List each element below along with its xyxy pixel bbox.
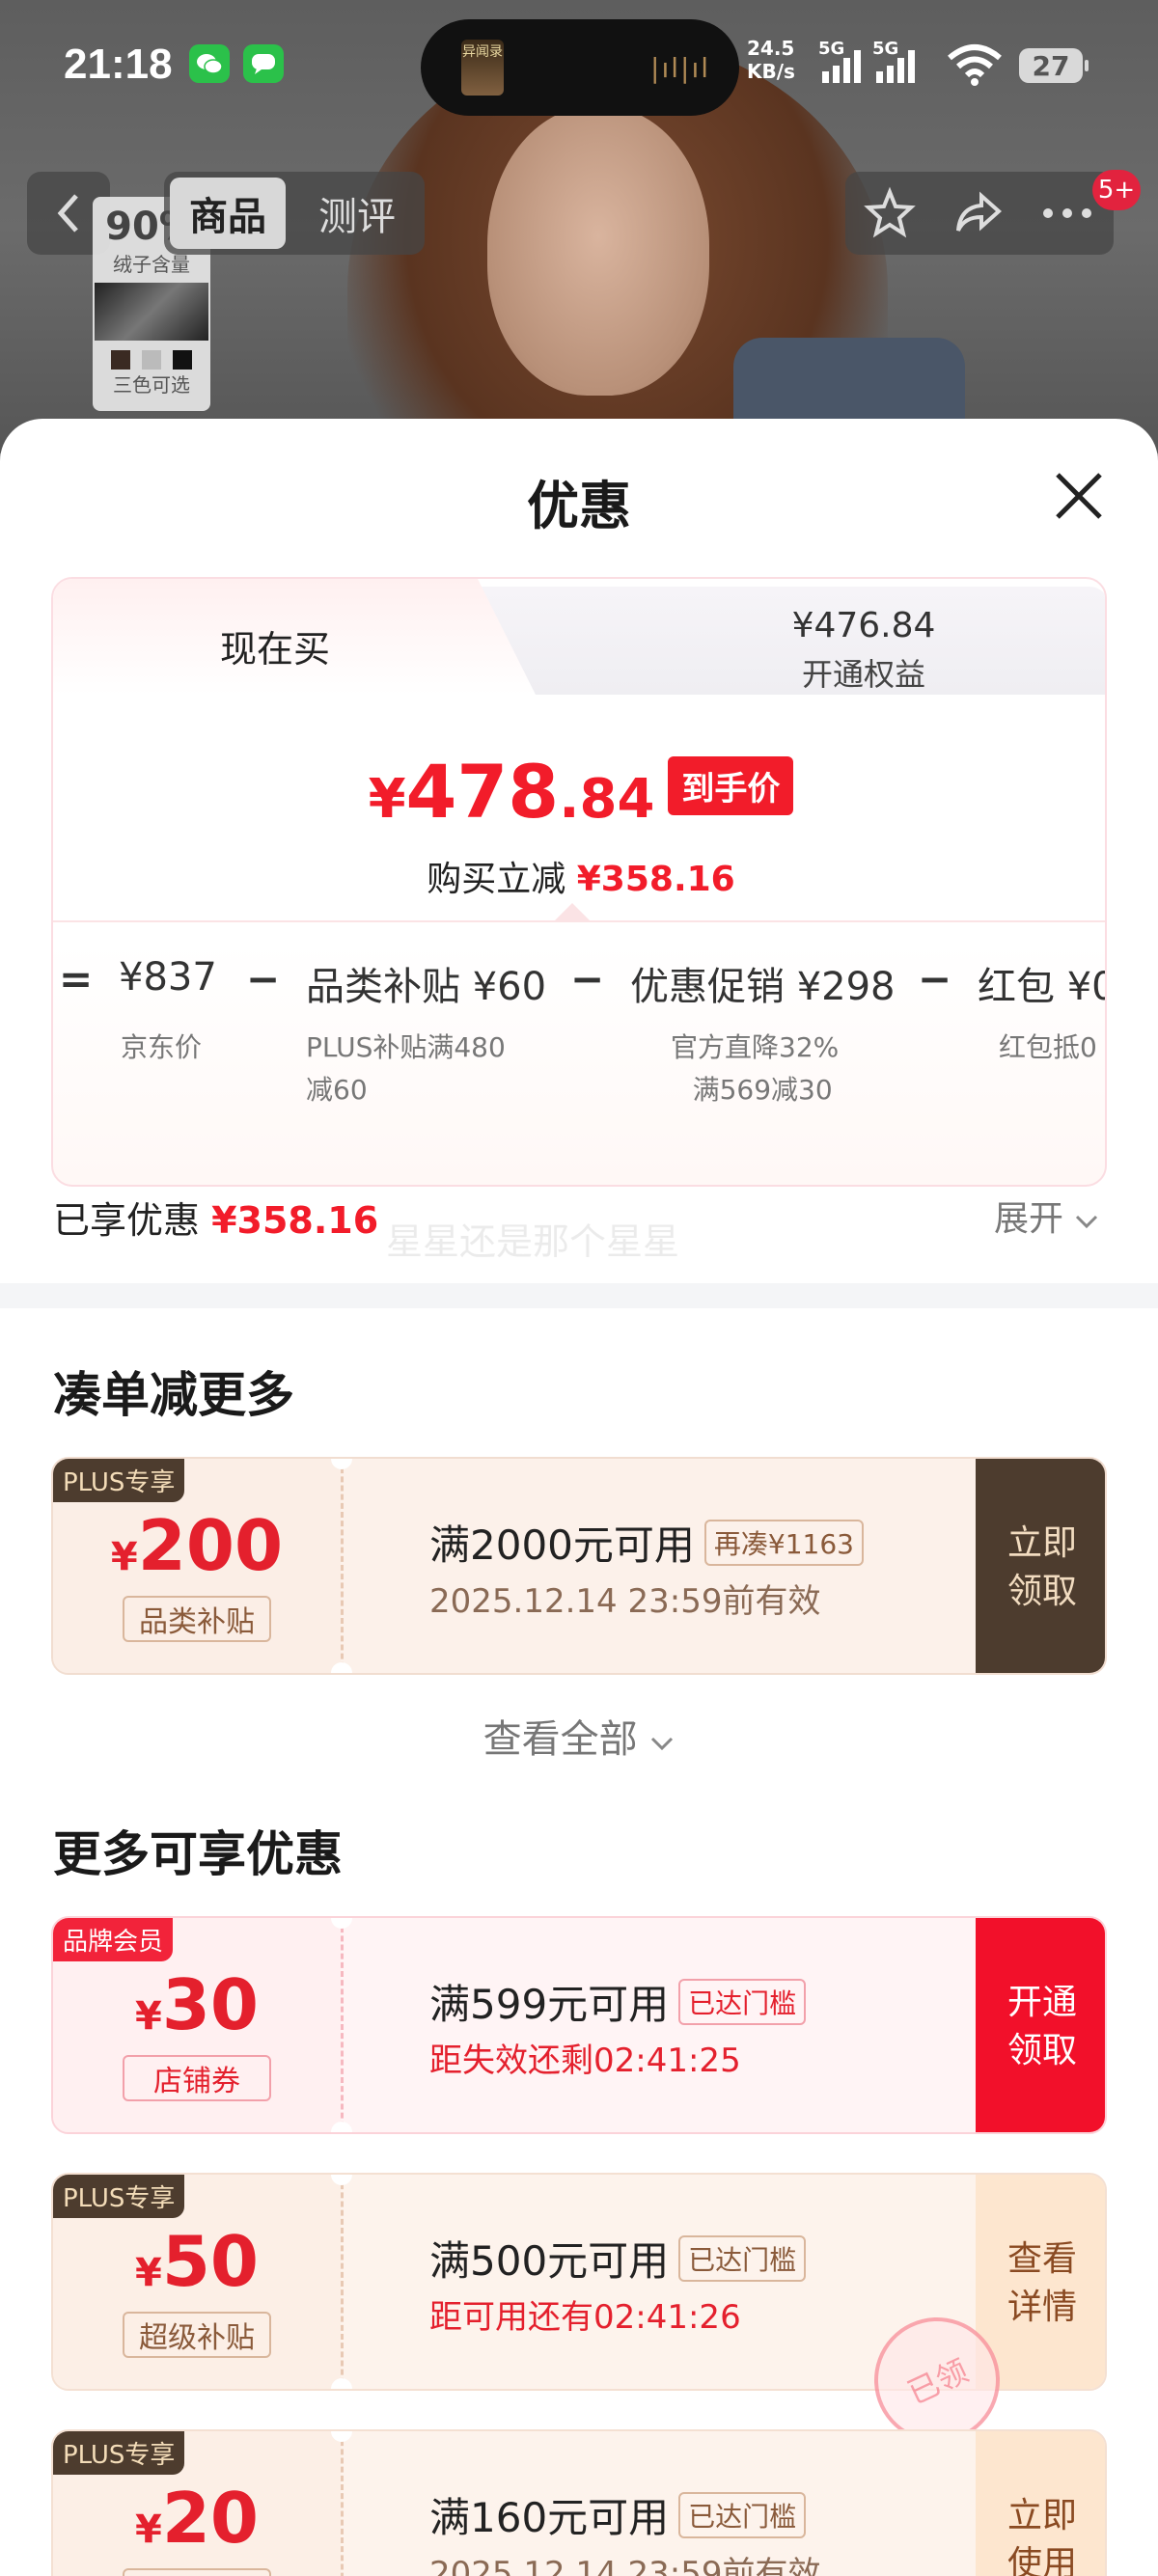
clock: 21:18 [64,41,173,88]
section-title-more-offers: 更多可享优惠 [53,1826,343,1882]
coupon-validity: 2025.12.14 23:59前有效 [429,2555,821,2576]
album-art-icon: 异闻录 [461,40,504,96]
chevron-down-icon [651,1737,674,1751]
down-texture-image [95,283,208,341]
coupon-condition: 满2000元可用 再凑¥1163 [429,1513,864,1572]
coupon-amount: ¥50 [134,2221,260,2302]
coupon-countdown: 距失效还剩02:41:25 [429,2042,741,2080]
section-divider [0,1283,1158,1308]
audio-wave-icon: |ıl|ıl [650,51,710,84]
coupon-card: PLUS专享 ¥20 满160元可用 已达门槛 2025.12.14 23:59前… [51,2429,1107,2576]
share-icon[interactable] [951,186,1005,240]
plus-exclusive-tag: PLUS专享 [53,1459,185,1502]
price-tabs: 现在买 ¥476.84 开通权益 [53,579,1105,695]
coupon-pill: 已达门槛 [678,2234,807,2282]
more-icon[interactable] [1038,204,1096,223]
enjoyed-discount: 已享优惠 ¥358.16 [53,1199,379,1242]
color-swatches [93,350,210,370]
plus-label: 开通权益 [801,656,925,693]
red-packet-detail: 红包抵0 [999,1031,1097,1063]
category-subsidy: 品类补贴 ¥60 [306,965,547,1009]
cell-signal-icon: 5G [818,39,861,83]
chevron-left-icon [57,194,78,233]
dynamic-island[interactable]: 异闻录 |ıl|ıl [421,19,739,116]
brand-member-tag: 品牌会员 [53,1918,174,1961]
tab-review[interactable]: 测评 [299,178,415,249]
sheet-title: 优惠 [527,476,631,536]
coupon-condition: 满500元可用 已达门槛 [429,2229,807,2288]
net-speed: 24.5 KB/s [747,37,795,83]
coupon-amount: ¥200 [110,1505,284,1586]
minus-sign: − [246,955,281,1002]
red-packet: 红包 ¥0 [978,965,1107,1009]
promotion-detail: 官方直降32% 满569减30 [671,1031,840,1106]
coupon-kind: 超级补贴 [123,2312,271,2358]
coupon-validity: 2025.12.14 23:59前有效 [429,1582,821,1621]
svg-text:5G: 5G [818,39,844,59]
cell-signal-2-icon: 5G [872,39,915,83]
coupon-card: PLUS专享 ¥200 品类补贴 满2000元可用 再凑¥1163 2025.12… [51,1457,1107,1675]
plus-exclusive-tag: PLUS专享 [53,2431,185,2475]
promotion: 优惠促销 ¥298 [630,965,896,1009]
coupon-condition: 满160元可用 已达门槛 [429,2485,807,2544]
divider [53,920,1105,922]
price-breakdown-card: 现在买 ¥476.84 开通权益 ¥478.84 到手价 购买立减 ¥358.1… [51,577,1107,1187]
status-bar: 21:18 异闻录 |ıl|ıl 24.5 KB/s 5G 5G 27 [0,0,1158,135]
claim-button[interactable]: 立即 领取 [976,1459,1105,1673]
watermark: 星星还是那个星星 [386,1220,680,1263]
messages-icon [243,44,284,83]
instant-reduction: 购买立减 ¥358.16 [427,860,735,899]
coupon-card: 品牌会员 ¥30 店铺券 满599元可用 已达门槛 距失效还剩02:41:25 开… [51,1916,1107,2134]
see-all-button[interactable]: 查看全部 [0,1708,1158,1764]
message-badge: 5+ [1092,170,1141,210]
plus-price: ¥476.84 [791,606,936,645]
discount-sheet: 优惠 现在买 ¥476.84 开通权益 ¥478.84 到手价 购买立减 ¥35… [0,419,1158,2576]
minus-sign: − [918,955,952,1002]
coupon-amount: ¥30 [134,1964,260,2045]
section-title-more-savings: 凑单减更多 [53,1367,294,1423]
coupon-kind: 店铺券 [123,2055,271,2101]
final-price: ¥478.84 到手价 [53,749,1105,835]
coupon-amount: ¥20 [134,2478,260,2559]
minus-sign: − [570,955,605,1002]
favorite-star-icon[interactable] [863,186,917,240]
tab-product[interactable]: 商品 [170,178,286,249]
svg-text:5G: 5G [872,39,898,59]
product-tabs: 商品 测评 [164,172,425,255]
close-icon[interactable] [1052,469,1106,523]
coupon-pill: 已达门槛 [678,1978,807,2025]
jd-price-label: 京东价 [121,1031,203,1063]
category-subsidy-detail: PLUS补贴满480 减60 [306,1031,506,1106]
coupon-kind: 品类补贴 [123,1596,271,1642]
wifi-icon [948,44,1002,86]
chevron-down-icon [1076,1215,1098,1229]
expand-button[interactable]: 展开 [994,1191,1099,1241]
wechat-icon [189,44,230,83]
activate-claim-button[interactable]: 开通 领取 [976,1918,1105,2132]
jd-price: ¥837 [119,955,217,1000]
coupon-pill: 已达门槛 [678,2491,807,2538]
tab-buy-now-label: 现在买 [219,628,330,671]
coupon-countdown: 距可用还有02:41:26 [429,2298,741,2337]
coupon-condition: 满599元可用 已达门槛 [429,1972,807,2031]
plus-exclusive-tag: PLUS专享 [53,2175,185,2218]
action-group [845,172,1114,255]
model-face [487,106,709,396]
equals-sign: = [59,955,94,1002]
price-breakdown-row: = ¥837 京东价 − 品类补贴 ¥60 PLUS补贴满480 减60 − 优惠… [53,955,1107,1177]
coupon-kind [123,2568,271,2576]
final-price-tag: 到手价 [668,756,794,815]
coupon-pill: 再凑¥1163 [703,1519,864,1566]
battery-indicator: 27 [1019,48,1089,83]
use-now-button[interactable]: 立即 使用 [976,2431,1105,2576]
